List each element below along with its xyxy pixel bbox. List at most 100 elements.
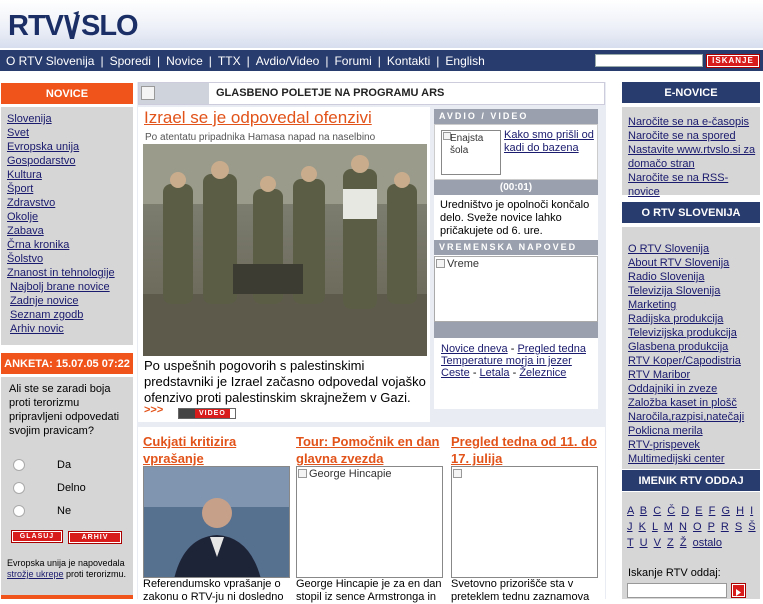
nav-novice[interactable]: Novice [160, 54, 209, 68]
novice-link-crna-kronika[interactable]: Črna kronika [7, 238, 115, 252]
letter-ostalo[interactable]: ostalo [693, 537, 722, 549]
letter-zz[interactable]: Ž [680, 537, 687, 549]
novice-link-zadnje[interactable]: Zadnje novice [7, 294, 115, 308]
letter-c[interactable]: C [653, 505, 661, 517]
novice-link-svet[interactable]: Svet [7, 126, 115, 140]
main-story-photo[interactable] [143, 144, 427, 356]
letter-r[interactable]: R [721, 521, 729, 533]
letter-d[interactable]: D [681, 505, 689, 517]
about-link-radio[interactable]: Radio Slovenija [628, 270, 744, 284]
letter-t[interactable]: T [627, 537, 634, 549]
about-link-multimedijski[interactable]: Multimedijski center [628, 452, 744, 466]
novice-link-gospodarstvo[interactable]: Gospodarstvo [7, 154, 115, 168]
weather-image[interactable]: Vreme [434, 256, 598, 322]
about-link-zalozba[interactable]: Založba kaset in plošč [628, 396, 744, 410]
letter-v[interactable]: V [654, 537, 661, 549]
story-1-photo[interactable] [143, 466, 290, 578]
imenik-search-button[interactable] [731, 583, 746, 598]
enovice-link-domaca-stran[interactable]: Nastavite www.rtvslo.si za domačo stran [628, 143, 756, 171]
story-3-title[interactable]: Pregled tedna od 11. do 17. julija [451, 433, 603, 467]
novice-link-znanost[interactable]: Znanost in tehnologije [7, 266, 115, 280]
link-pregled-tedna[interactable]: Pregled tedna [517, 343, 586, 355]
nav-english[interactable]: English [439, 54, 490, 68]
letter-ss[interactable]: Š [748, 521, 755, 533]
site-search-input[interactable] [595, 54, 703, 67]
poll-radio-delno[interactable] [13, 482, 25, 494]
archive-button[interactable]: ARHIV [68, 531, 122, 544]
letter-s[interactable]: S [735, 521, 742, 533]
nav-ttx[interactable]: TTX [212, 54, 247, 68]
about-link-narocila[interactable]: Naročila,razpisi,natečaji [628, 410, 744, 424]
about-link-oddajniki[interactable]: Oddajniki in zveze [628, 382, 744, 396]
poll-radio-ne[interactable] [13, 505, 25, 517]
novice-link-arhiv[interactable]: Arhiv novic [7, 322, 115, 336]
story-1-title[interactable]: Cukjati kritizira vprašanje [143, 433, 288, 467]
novice-link-evropska-unija[interactable]: Evropska unija [7, 140, 115, 154]
rtvslo-logo[interactable]: RTV SLO [8, 10, 139, 43]
search-button[interactable]: ISKANJE [706, 54, 760, 68]
link-letala[interactable]: Letala [480, 367, 510, 379]
letter-g[interactable]: G [721, 505, 730, 517]
about-link-poklicna[interactable]: Poklicna merila [628, 424, 744, 438]
imenik-search-input[interactable] [627, 583, 727, 598]
story-2-title[interactable]: Tour: Pomočnik en dan glavna zvezda [296, 433, 446, 467]
story-3-photo[interactable] [451, 466, 598, 578]
about-link-o-rtv[interactable]: O RTV Slovenija [628, 242, 744, 256]
letter-e[interactable]: E [695, 505, 702, 517]
letter-h[interactable]: H [736, 505, 744, 517]
link-zeleznice[interactable]: Železnice [519, 367, 566, 379]
novice-link-okolje[interactable]: Okolje [7, 210, 115, 224]
about-link-televizijska[interactable]: Televizijska produkcija [628, 326, 744, 340]
letter-u[interactable]: U [640, 537, 648, 549]
novice-link-slovenija[interactable]: Slovenija [7, 112, 115, 126]
novice-link-sport[interactable]: Šport [7, 182, 115, 196]
letter-z[interactable]: Z [667, 537, 674, 549]
link-novice-dneva[interactable]: Novice dneva [441, 343, 508, 355]
av-link[interactable]: Kako smo prišli od kadi do bazena [504, 129, 596, 155]
about-link-maribor[interactable]: RTV Maribor [628, 368, 744, 382]
letter-l[interactable]: L [652, 521, 658, 533]
about-link-marketing[interactable]: Marketing [628, 298, 744, 312]
link-temperature[interactable]: Temperature morja in jezer [441, 355, 572, 367]
letter-cc[interactable]: Č [667, 505, 675, 517]
novice-link-seznam-zgodb[interactable]: Seznam zgodb [7, 308, 115, 322]
main-story-more-link[interactable]: >>> [144, 404, 163, 416]
nav-o-rtv[interactable]: O RTV Slovenija [0, 54, 100, 68]
story-2-photo[interactable]: George Hincapie [296, 466, 443, 578]
nav-avdio-video[interactable]: Avdio/Video [250, 54, 326, 68]
about-link-televizija[interactable]: Televizija Slovenija [628, 284, 744, 298]
novice-link-zdravstvo[interactable]: Zdravstvo [7, 196, 115, 210]
nav-forumi[interactable]: Forumi [328, 54, 377, 68]
letter-k[interactable]: K [639, 521, 646, 533]
nav-kontakti[interactable]: Kontakti [381, 54, 436, 68]
letter-p[interactable]: P [708, 521, 715, 533]
about-link-prispevek[interactable]: RTV-prispevek [628, 438, 744, 452]
novice-link-najbolj-brane[interactable]: Najbolj brane novice [7, 280, 115, 294]
poll-footer-link[interactable]: strožje ukrepe [7, 569, 64, 579]
enovice-link-rss[interactable]: Naročite se na RSS-novice [628, 171, 756, 199]
about-link-radijska[interactable]: Radijska produkcija [628, 312, 744, 326]
enovice-link-ecasopis[interactable]: Naročite se na e-časopis [628, 115, 756, 129]
letter-a[interactable]: A [627, 505, 634, 517]
top-banner[interactable]: GLASBENO POLETJE NA PROGRAMU ARS [138, 82, 605, 105]
novice-link-kultura[interactable]: Kultura [7, 168, 115, 182]
novice-link-solstvo[interactable]: Šolstvo [7, 252, 115, 266]
poll-radio-da[interactable] [13, 459, 25, 471]
vote-button[interactable]: GLASUJ [11, 530, 63, 543]
about-link-about[interactable]: About RTV Slovenija [628, 256, 744, 270]
av-thumb[interactable]: Enajsta šola [441, 130, 501, 175]
nav-sporedi[interactable]: Sporedi [104, 54, 157, 68]
video-badge[interactable]: VIDEO [178, 408, 236, 419]
novice-link-zabava[interactable]: Zabava [7, 224, 115, 238]
letter-b[interactable]: B [640, 505, 647, 517]
about-link-glasbena[interactable]: Glasbena produkcija [628, 340, 744, 354]
letter-j[interactable]: J [627, 521, 633, 533]
letter-f[interactable]: F [709, 505, 716, 517]
main-story-title[interactable]: Izrael se je odpovedal ofenzivi [144, 108, 372, 128]
link-ceste[interactable]: Ceste [441, 367, 470, 379]
letter-i[interactable]: I [750, 505, 753, 517]
letter-n[interactable]: N [679, 521, 687, 533]
enovice-link-spored[interactable]: Naročite se na spored [628, 129, 756, 143]
about-link-koper[interactable]: RTV Koper/Capodistria [628, 354, 744, 368]
letter-m[interactable]: M [664, 521, 673, 533]
